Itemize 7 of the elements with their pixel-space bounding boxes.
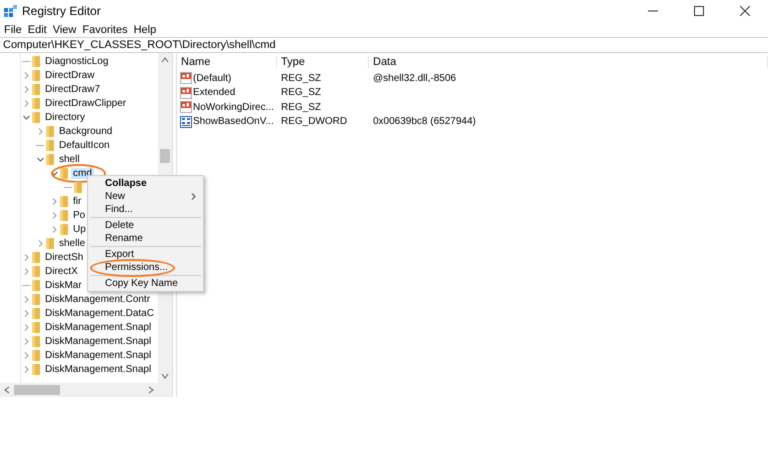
- value-data: 0x00639bc8 (6527944): [372, 116, 477, 128]
- value-type: REG_DWORD: [280, 116, 348, 128]
- value-type: REG_SZ: [280, 102, 322, 113]
- value-data: @shell32.dll,-8506: [372, 72, 457, 84]
- value-type: REG_SZ: [280, 72, 322, 84]
- value-type: REG_SZ: [280, 87, 322, 98]
- window-title: Registry Editor: [22, 4, 102, 18]
